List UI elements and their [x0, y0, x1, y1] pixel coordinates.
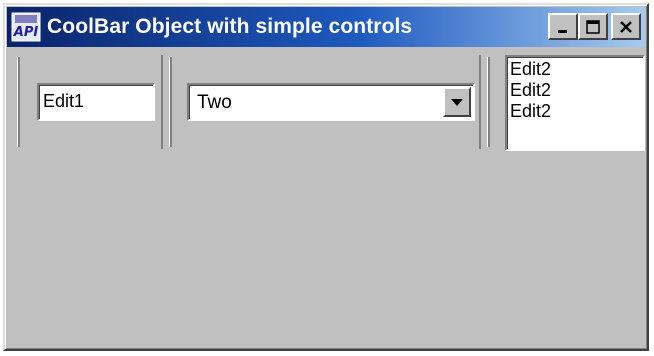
edit2-line-2: Edit2: [510, 80, 552, 100]
minimize-icon: [558, 29, 567, 33]
close-button[interactable]: [611, 13, 641, 40]
band-separator-1: [161, 55, 163, 149]
title-bar[interactable]: API CoolBar Object with simple controls: [7, 7, 645, 47]
maximize-icon: [586, 19, 600, 34]
close-icon: [620, 20, 632, 33]
edit1-field[interactable]: Edit1: [37, 83, 155, 121]
band-grip-1[interactable]: [17, 57, 20, 147]
minimize-button[interactable]: [548, 13, 578, 40]
api-app-icon[interactable]: API: [11, 12, 41, 42]
edit2-line-3: Edit2: [510, 101, 552, 121]
api-icon-text: API: [13, 25, 39, 40]
band-separator-2: [479, 55, 481, 149]
title-buttons: [548, 13, 641, 40]
combo-box[interactable]: Two: [187, 83, 475, 121]
app-window: API CoolBar Object with simple controls: [3, 3, 649, 351]
band-grip-3[interactable]: [487, 57, 490, 147]
maximize-button[interactable]: [578, 13, 608, 40]
edit2-line-1: Edit2: [510, 59, 552, 79]
chevron-down-icon: [451, 99, 463, 106]
edit2-multiline-field[interactable]: Edit2 Edit2 Edit2: [505, 55, 645, 151]
combo-selected-value: Two: [197, 92, 232, 113]
band-grip-2[interactable]: [169, 57, 172, 147]
combo-dropdown-button[interactable]: [443, 87, 471, 117]
window-title: CoolBar Object with simple controls: [47, 15, 413, 38]
